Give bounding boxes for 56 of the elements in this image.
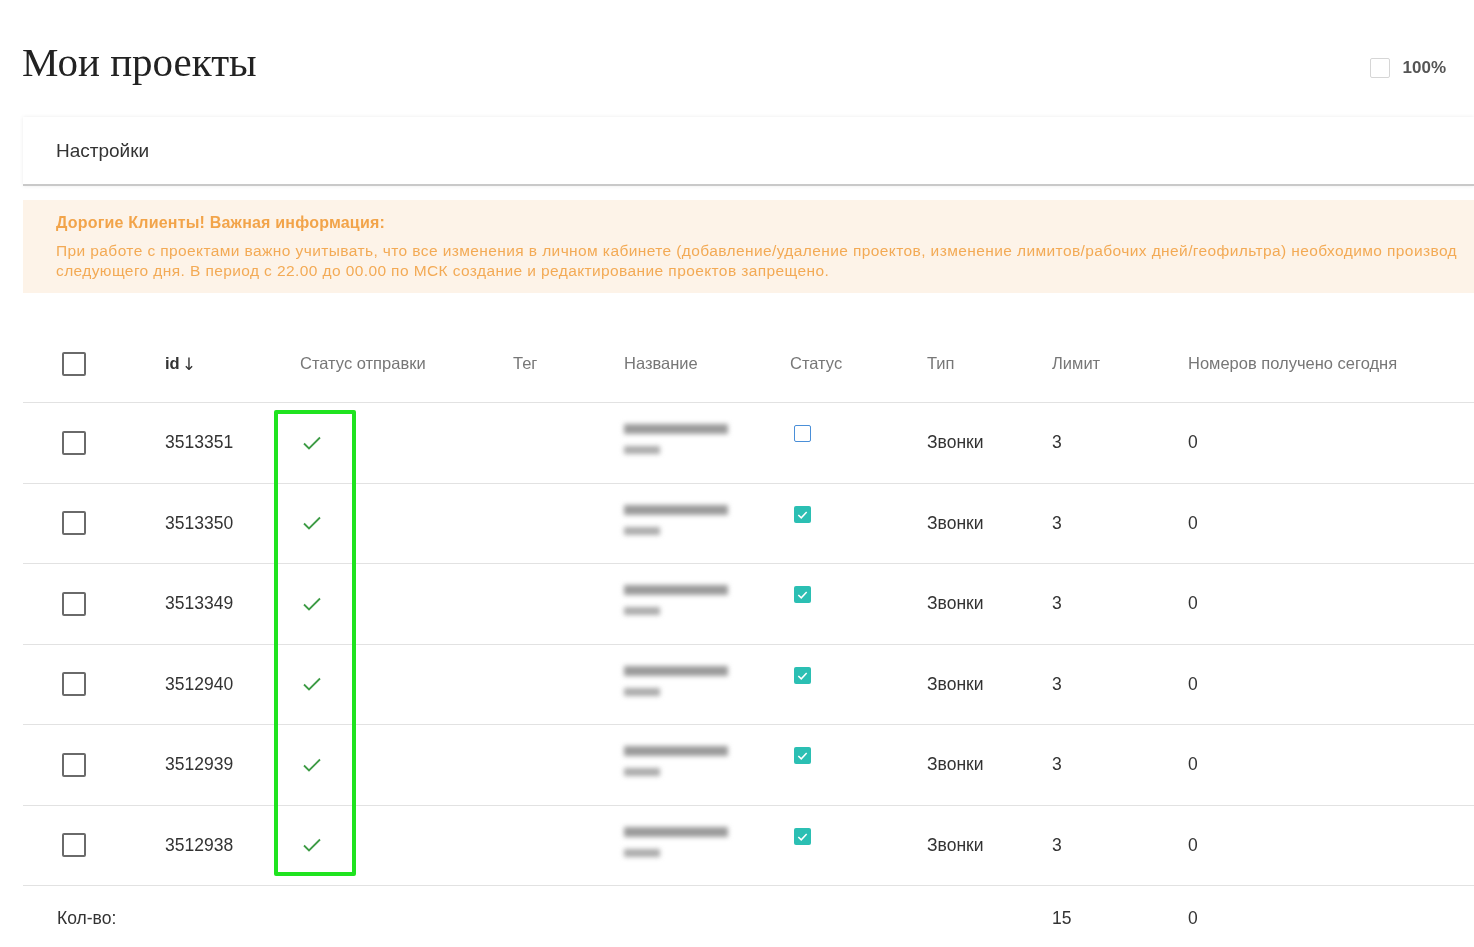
table-cell: 3 bbox=[1052, 512, 1062, 534]
column-header: Название bbox=[624, 354, 698, 373]
table-cell: 3 bbox=[1052, 834, 1062, 856]
table-cell: Звонки bbox=[927, 432, 984, 454]
column-header[interactable]: id bbox=[165, 354, 180, 373]
row-checkbox[interactable] bbox=[62, 511, 86, 536]
notice-text: При работе с проектами важно учитывать, что все изменения в личном кабинете (добавление/удаление проектов, изменение лимитов/рабочих дней/геофильтра) необходимо производ bbox=[56, 241, 1458, 261]
column-header: Тип bbox=[927, 354, 955, 373]
status-checkbox[interactable] bbox=[794, 747, 811, 765]
status-checkbox[interactable] bbox=[794, 586, 811, 604]
table-cell: 0 bbox=[1188, 593, 1198, 615]
table-cell: 0 bbox=[1188, 512, 1198, 534]
select-all-checkbox[interactable] bbox=[62, 351, 86, 376]
status-checkbox[interactable] bbox=[794, 505, 811, 523]
row-checkbox[interactable] bbox=[62, 833, 86, 858]
table-cell: 0 bbox=[1188, 432, 1198, 454]
sort-arrow[interactable]: ↓ bbox=[181, 353, 196, 374]
settings-panel-header[interactable]: Настройки bbox=[23, 117, 1474, 186]
row-checkbox[interactable] bbox=[62, 672, 86, 697]
table-cell: Звонки bbox=[927, 673, 984, 695]
table-cell: 15 bbox=[1052, 907, 1072, 929]
status-checkbox[interactable] bbox=[794, 666, 811, 684]
table-cell: 3 bbox=[1052, 432, 1062, 454]
column-header: Статус bbox=[790, 354, 843, 373]
checkbox[interactable] bbox=[1369, 58, 1390, 78]
table-cell: 0 bbox=[1188, 754, 1198, 776]
row-checkbox[interactable] bbox=[62, 591, 86, 616]
column-header: Тег bbox=[513, 354, 538, 373]
table-cell: 0 bbox=[1188, 834, 1198, 856]
page-title: Мои проекты bbox=[22, 38, 257, 86]
table-cell: Звонки bbox=[927, 834, 984, 856]
table-cell: 3512938 bbox=[165, 834, 234, 856]
table-cell: 3 bbox=[1052, 593, 1062, 615]
column-header: Номеров получено сегодня bbox=[1188, 354, 1398, 373]
table-cell: 3 bbox=[1052, 673, 1062, 695]
table-cell: 3513350 bbox=[165, 512, 234, 534]
table-cell: 3512940 bbox=[165, 673, 234, 695]
status-checkbox[interactable] bbox=[794, 827, 811, 845]
notice-title: Дорогие Клиенты! Важная информация: bbox=[56, 213, 385, 232]
status-checkbox[interactable] bbox=[794, 425, 811, 443]
notice-text: следующего дня. В период с 22.00 до 00.00 по МСК создание и редактирование проектов запрещено. bbox=[56, 261, 830, 281]
row-checkbox[interactable] bbox=[62, 752, 86, 777]
table-cell: 3 bbox=[1052, 754, 1062, 776]
table-cell: 3512939 bbox=[165, 754, 234, 776]
table-cell: 3513349 bbox=[165, 593, 234, 615]
table-cell: 0 bbox=[1188, 907, 1198, 929]
row-checkbox[interactable] bbox=[62, 430, 86, 455]
table-cell: 0 bbox=[1188, 673, 1198, 695]
column-header: Статус отправки bbox=[300, 354, 426, 373]
checkbox-label: 100% bbox=[1402, 58, 1446, 78]
column-header: Лимит bbox=[1052, 354, 1101, 373]
table-cell: 3513351 bbox=[165, 432, 234, 454]
table-cell: Звонки bbox=[927, 512, 984, 534]
table-cell: Звонки bbox=[927, 754, 984, 776]
table-cell: Звонки bbox=[927, 593, 984, 615]
total-label: Кол-во: bbox=[57, 907, 117, 929]
